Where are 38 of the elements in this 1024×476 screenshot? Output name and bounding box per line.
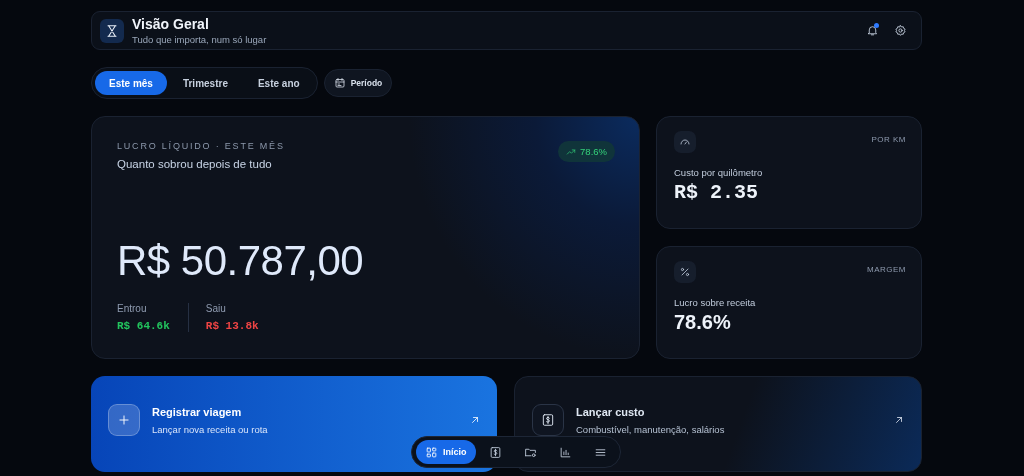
period-tab[interactable]: Este ano — [243, 71, 314, 95]
bar-chart-icon — [558, 445, 572, 459]
percent-icon — [679, 266, 691, 278]
stat-value: 78.6% — [674, 311, 732, 334]
flow-value: R$ 64.6k — [117, 320, 170, 332]
flow-label: Saiu — [205, 303, 227, 314]
profit-amount: R$ 50.787,00 — [117, 237, 365, 285]
action-subtitle: Combustível, manutenção, salários — [576, 423, 726, 435]
nav-item[interactable]: Início — [416, 440, 476, 464]
page-subtitle: Tudo que importa, num só lugar — [132, 34, 268, 45]
trend-badge: 78.6% — [558, 141, 615, 162]
period-tab[interactable]: Este mês — [95, 71, 167, 95]
dollar-icon — [541, 413, 555, 427]
action-card[interactable]: Lançar custo Combustível, manutenção, salários — [514, 376, 922, 472]
action-title: Lançar custo — [576, 405, 646, 418]
stat-label: Lucro sobre receita — [674, 297, 757, 308]
settings-icon — [893, 24, 907, 37]
period-tab[interactable]: Trimestre — [168, 71, 242, 95]
arrow-icon — [893, 414, 905, 426]
plus-icon — [117, 413, 131, 427]
stat-tag: POR KM — [871, 131, 906, 144]
card-subtitle: Quanto sobrou depois de tudo — [117, 158, 273, 170]
action-title: Registrar viagem — [152, 405, 243, 418]
stat-tag: MARGEM — [867, 261, 906, 274]
card-eyebrow: LUCRO LÍQUIDO · ESTE MÊS — [117, 141, 285, 151]
flow-label: Entrou — [117, 303, 148, 314]
page-title: Visão Geral — [132, 16, 210, 32]
period-button[interactable]: Período — [323, 69, 393, 97]
calendar-icon — [333, 77, 346, 89]
bell-icon — [865, 24, 879, 37]
flow-value: R$ 13.8k — [205, 320, 259, 332]
arrow-icon — [469, 414, 481, 426]
dollar-icon — [488, 445, 502, 459]
stat-value: R$ 2.35 — [674, 181, 759, 204]
grid-icon — [425, 445, 438, 459]
stat-label: Custo por quilômetro — [674, 167, 764, 178]
trend-up-icon — [566, 146, 577, 157]
action-subtitle: Lançar nova receita ou rota — [152, 423, 269, 435]
